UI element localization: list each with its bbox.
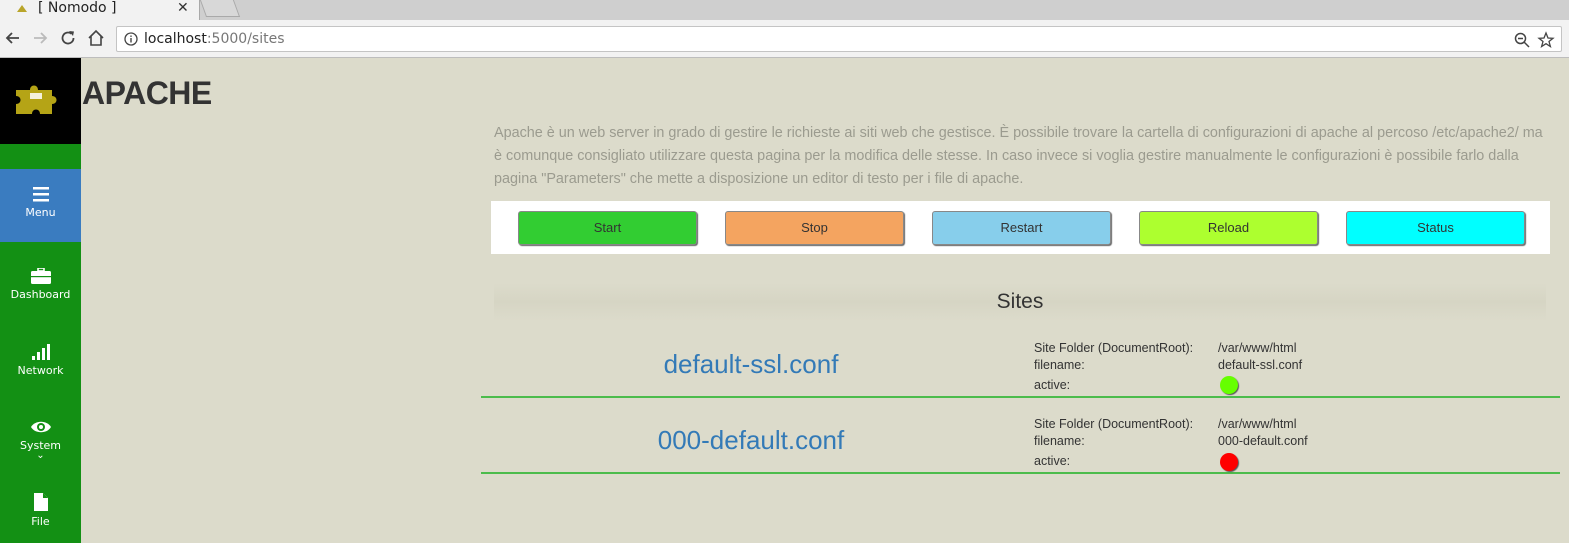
site-name-link[interactable]: 000-default.conf [481, 425, 1021, 455]
logo[interactable] [0, 58, 81, 144]
hamburger-icon [32, 187, 49, 202]
tab-close-icon[interactable]: ✕ [177, 0, 189, 16]
sidebar-item-file[interactable]: File [0, 493, 81, 528]
signal-bars-icon [31, 344, 50, 360]
tab-title: [ Nomodo ] [38, 0, 117, 16]
sidebar-item-menu[interactable]: Menu [0, 169, 81, 242]
reload-icon [61, 31, 75, 45]
stop-button[interactable]: Stop [725, 211, 904, 245]
reload-button[interactable] [58, 28, 78, 48]
home-icon [88, 29, 104, 46]
restart-button[interactable]: Restart [932, 211, 1111, 245]
address-bar[interactable]: localhost:5000/sites [116, 26, 1562, 52]
browser-toolbar: localhost:5000/sites [0, 20, 1569, 58]
eye-icon [30, 421, 51, 433]
status-button[interactable]: Status [1346, 211, 1525, 245]
sidebar-item-label: Dashboard [10, 288, 71, 301]
active-status-indicator[interactable] [1220, 376, 1238, 394]
folder-label: Site Folder (DocumentRoot): [1034, 341, 1194, 355]
filename-label: filename: [1034, 434, 1085, 448]
chevron-down-icon: ⌄ [36, 450, 45, 461]
sidebar-item-label: File [31, 515, 50, 528]
active-label: active: [1034, 378, 1071, 392]
zoom-icon[interactable] [1513, 31, 1531, 49]
sidebar-item-network[interactable]: Network [0, 344, 81, 377]
reload-button[interactable]: Reload [1139, 211, 1318, 245]
site-name-link[interactable]: default-ssl.conf [481, 349, 1021, 379]
inactive-status-indicator[interactable] [1220, 453, 1238, 471]
page-title: APACHE [82, 75, 212, 111]
info-icon[interactable] [124, 32, 138, 46]
sites-header: Sites [494, 283, 1546, 321]
browser-tabstrip: [ Nomodo ] ✕ [0, 0, 1569, 20]
page-description: Apache è un web server in grado di gesti… [494, 125, 1543, 187]
site-row: 000-default.conf Site Folder (DocumentRo… [481, 398, 1560, 474]
sidebar-item-label: Network [17, 364, 64, 377]
back-button[interactable] [3, 28, 23, 48]
back-arrow-icon [5, 32, 19, 44]
sidebar-item-dashboard[interactable]: Dashboard [0, 268, 81, 301]
bookmark-star-icon[interactable] [1537, 31, 1555, 49]
site-row: default-ssl.conf Site Folder (DocumentRo… [481, 322, 1560, 398]
forward-arrow-icon [34, 32, 48, 44]
sidebar: Menu Dashboard Network System ⌄ File [0, 58, 81, 543]
file-icon [33, 493, 48, 511]
forward-button[interactable] [30, 28, 50, 48]
new-tab-button[interactable] [199, 0, 241, 17]
start-button[interactable]: Start [518, 211, 697, 245]
favicon-icon [17, 5, 27, 12]
sidebar-item-system[interactable]: System ⌄ [0, 419, 81, 461]
active-label: active: [1034, 454, 1071, 468]
nomodo-puzzle-logo [16, 85, 57, 114]
folder-value: /var/www/html [1218, 417, 1297, 431]
url-path: :5000/sites [206, 31, 285, 47]
url-host: localhost [144, 31, 207, 47]
folder-value: /var/www/html [1218, 341, 1297, 355]
url-text: localhost:5000/sites [144, 31, 285, 47]
filename-value: default-ssl.conf [1218, 358, 1303, 372]
folder-label: Site Folder (DocumentRoot): [1034, 417, 1194, 431]
filename-value: 000-default.conf [1218, 434, 1308, 448]
browser-tab[interactable]: [ Nomodo ] ✕ [0, 0, 200, 20]
home-button[interactable] [86, 28, 106, 48]
action-button-panel: Start Stop Restart Reload Status [491, 201, 1550, 254]
filename-label: filename: [1034, 358, 1085, 372]
briefcase-icon [30, 268, 51, 284]
sidebar-item-label: Menu [25, 206, 56, 219]
